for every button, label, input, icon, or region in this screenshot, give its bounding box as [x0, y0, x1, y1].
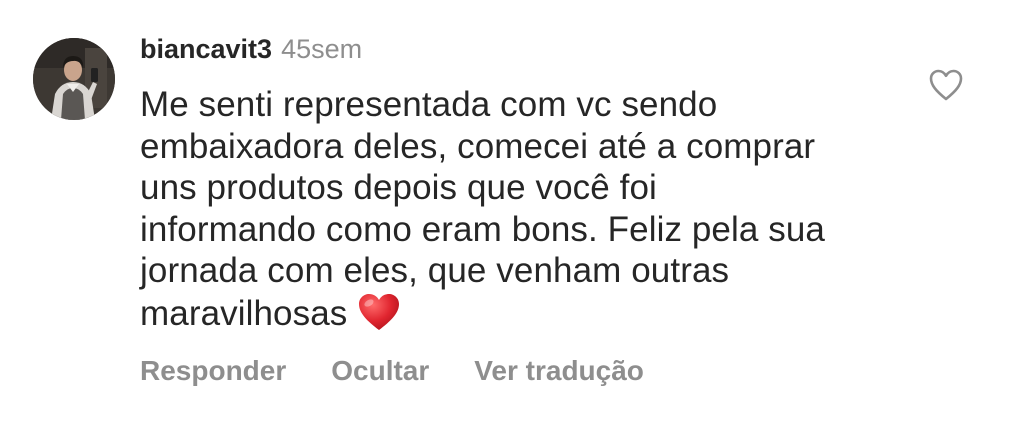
comment-line-last: maravilhosas	[140, 292, 900, 342]
comment-line: jornada com eles, que venham outras	[140, 251, 730, 290]
comment-line: Me senti representada com vc sendo	[140, 85, 718, 124]
comment-line: uns produtos depois que você foi	[140, 168, 657, 207]
comment-text: Me senti representada com vc sendo embai…	[140, 84, 900, 341]
avatar[interactable]	[33, 38, 115, 120]
comment-item: biancavit3 45sem Me senti representada c…	[0, 0, 1024, 430]
username[interactable]: biancavit3	[140, 34, 272, 65]
comment-line: informando como eram bons. Feliz pela su…	[140, 209, 825, 249]
comment-line-text: maravilhosas	[140, 293, 348, 333]
comment-actions: Responder Ocultar Ver tradução	[140, 355, 689, 387]
red-heart-emoji	[357, 292, 401, 342]
like-button[interactable]	[927, 66, 965, 104]
comment-line: embaixadora deles, comecei até a comprar	[140, 126, 816, 166]
reply-button[interactable]: Responder	[140, 355, 286, 387]
avatar-photo	[33, 38, 115, 120]
heart-outline-icon	[929, 69, 963, 101]
see-translation-button[interactable]: Ver tradução	[474, 355, 644, 387]
timestamp: 45sem	[281, 34, 363, 64]
comment-header: biancavit3 45sem	[140, 34, 362, 72]
hide-button[interactable]: Ocultar	[331, 355, 429, 387]
